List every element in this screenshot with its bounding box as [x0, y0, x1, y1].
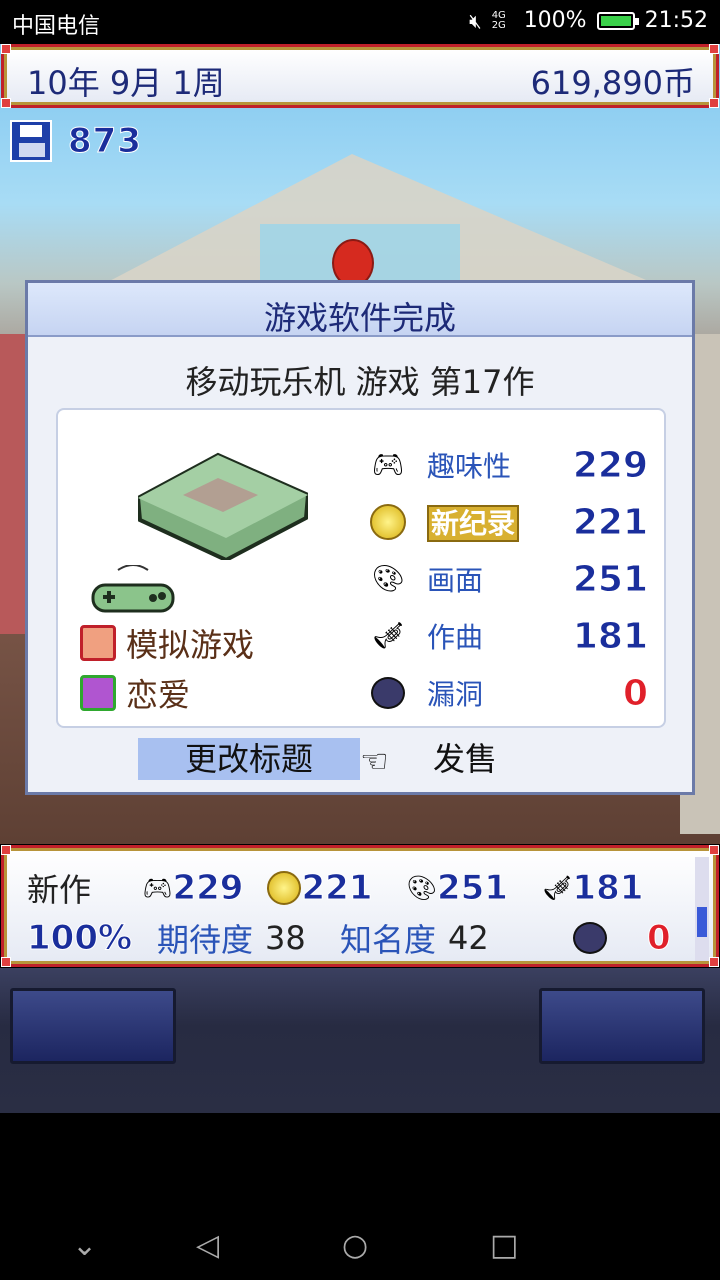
new-record-badge: 新纪录 — [427, 505, 520, 542]
stat-value: 181 — [572, 615, 648, 657]
genre-simulation: 模拟游戏 — [80, 620, 254, 666]
expectation-label: 期待度 — [157, 921, 254, 959]
bugs-value: 0 — [647, 918, 672, 959]
game-date: 10年 9月 1周 — [27, 64, 225, 102]
stat-value: 251 — [572, 558, 648, 600]
bug-icon — [573, 922, 608, 954]
creativity-value: 221 — [301, 868, 373, 909]
frame-corner — [709, 957, 719, 967]
gold-coin-icon — [363, 504, 413, 540]
expectation-value: 38 — [265, 919, 306, 957]
stat-bugs: 漏洞 0 — [363, 668, 649, 718]
stat-creativity: 新纪录 221 — [363, 497, 649, 547]
trumpet-icon: 🎺︎ — [371, 621, 405, 651]
frame-corner — [709, 845, 719, 855]
battery-icon — [596, 11, 639, 30]
trumpet-icon: 🎺︎ — [541, 874, 573, 902]
frame-corner — [1, 98, 11, 108]
stat-label: 趣味性 — [427, 450, 512, 483]
genre-romance: 恋爱 — [80, 670, 190, 716]
save-counter[interactable]: 873 — [10, 120, 142, 162]
gamepad-icon — [88, 564, 178, 619]
stat-graphics: 🎨︎ 画面 251 — [363, 554, 648, 604]
stat-label: 画面 — [427, 564, 484, 597]
stats-row: 新作 🎮︎ 229 221 🎨︎ 251 🎺︎ 181 — [27, 865, 687, 911]
face-icon — [80, 625, 116, 661]
floppy-disk-icon[interactable] — [10, 120, 52, 162]
pointing-hand-icon: ☜ — [360, 742, 389, 780]
left-menu-button[interactable] — [10, 988, 176, 1064]
save-count: 873 — [68, 121, 142, 162]
progress-value: 100% — [27, 918, 133, 959]
battery-text: 100% — [523, 8, 587, 33]
sound-value: 181 — [572, 868, 644, 909]
controller-icon: 🎮︎ — [371, 450, 405, 480]
project-status-bar: 新作 🎮︎ 229 221 🎨︎ 251 🎺︎ 181 100% 期待度 38 … — [1, 845, 719, 967]
network-indicator: 4G 2G — [491, 9, 506, 31]
chevron-down-icon[interactable]: ⌄ — [72, 1228, 97, 1263]
stat-label: 新纪录 — [427, 502, 547, 542]
controller-icon: 🎮︎ — [142, 874, 173, 902]
new-title-label: 新作 — [27, 871, 92, 909]
home-icon[interactable]: ○ — [342, 1228, 368, 1263]
bug-icon — [363, 675, 413, 711]
stat-value: 221 — [572, 501, 648, 543]
stat-label: 作曲 — [427, 621, 484, 654]
change-title-button[interactable]: 更改标题 — [138, 738, 360, 780]
gem-icon — [80, 675, 116, 711]
carrier-name: 中国电信 — [12, 14, 101, 39]
genre-label: 模拟游戏 — [126, 626, 255, 664]
frame-corner — [1, 44, 11, 54]
sell-button[interactable]: 发售 — [433, 738, 497, 780]
frame-corner — [709, 44, 719, 54]
status-bar: 中国电信 🔇︎ 4G 2G 100% 21:52 — [0, 0, 720, 44]
date-money-bar: 10年 9月 1周 619,890币 — [1, 44, 719, 108]
mute-icon: 🔇︎ — [469, 8, 482, 33]
dialog-subtitle: 移动玩乐机 游戏 第17作 — [185, 363, 535, 401]
back-icon[interactable]: ◁ — [196, 1228, 219, 1263]
frame-corner — [1, 957, 11, 967]
stat-sound: 🎺︎ 作曲 181 — [363, 611, 648, 661]
stat-fun: 🎮︎ 趣味性 229 — [363, 440, 648, 490]
dialog-title: 游戏软件完成 — [28, 283, 692, 337]
status-scrollbar[interactable] — [695, 857, 709, 961]
frame-corner — [709, 98, 719, 108]
fame-label: 知名度 — [340, 921, 437, 959]
progress-row: 100% 期待度 38 知名度 42 0 — [27, 915, 687, 961]
game-stats-panel: 模拟游戏 恋爱 🎮︎ 趣味性 229 新纪录 221 🎨︎ 画面 251 🎺︎ … — [56, 408, 666, 728]
clock: 21:52 — [644, 8, 708, 33]
genre-label: 恋爱 — [126, 676, 191, 714]
game-complete-dialog: 游戏软件完成 移动玩乐机 游戏 第17作 模拟游戏 恋爱 🎮︎ 趣味性 229 … — [25, 280, 695, 795]
stat-value: 229 — [572, 444, 648, 486]
stat-label: 漏洞 — [427, 678, 484, 711]
stat-value: 0 — [622, 672, 648, 714]
console-icon — [135, 450, 311, 563]
gold-coin-icon — [267, 871, 302, 905]
fame-value: 42 — [448, 919, 489, 957]
recents-icon[interactable]: □ — [490, 1228, 518, 1263]
right-menu-button[interactable] — [539, 988, 705, 1064]
money-amount: 619,890币 — [530, 64, 695, 102]
system-nav-bar: ⌄ ◁ ○ □ — [0, 1200, 720, 1280]
paint-icon: 🎨︎ — [371, 564, 405, 594]
scroll-thumb[interactable] — [697, 907, 707, 937]
frame-corner — [1, 845, 11, 855]
status-icons: 🔇︎ 4G 2G 100% 21:52 — [469, 8, 708, 33]
graphics-value: 251 — [436, 868, 508, 909]
fun-value: 229 — [172, 868, 244, 909]
dialog-actions: 更改标题 ☜ 发售 — [28, 738, 692, 783]
control-panel — [0, 968, 720, 1113]
paint-icon: 🎨︎ — [406, 874, 437, 902]
